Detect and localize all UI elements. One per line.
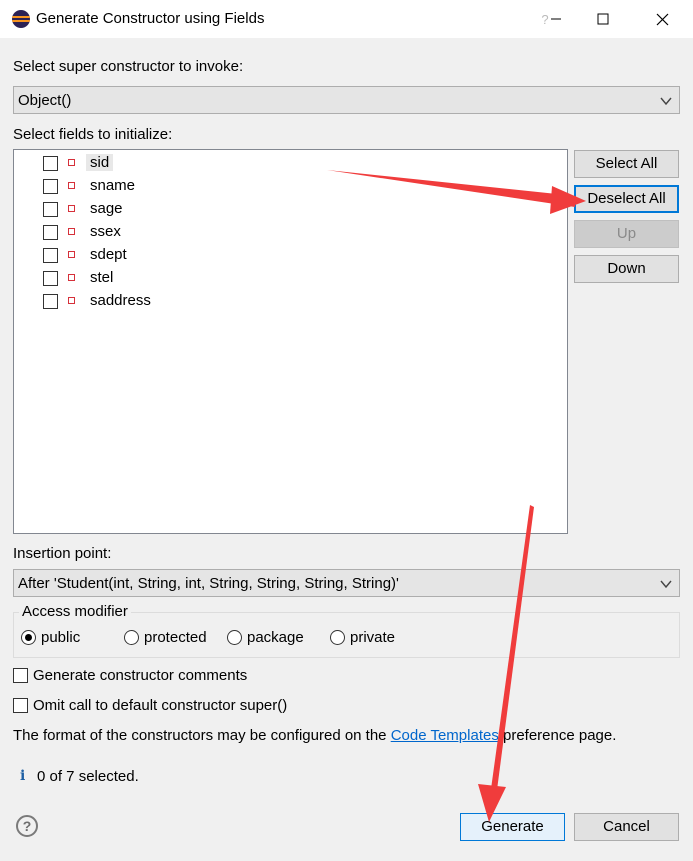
radio-label: package <box>247 629 304 646</box>
field-checkbox[interactable] <box>43 225 58 240</box>
radio-private[interactable]: private <box>330 629 410 649</box>
down-button[interactable]: Down <box>574 255 679 283</box>
up-button[interactable]: Up <box>574 220 679 248</box>
radio-dot <box>25 634 32 641</box>
code-templates-link[interactable]: Code Templates <box>391 727 499 744</box>
chevron-down-icon <box>660 97 672 106</box>
list-item[interactable]: saddress <box>14 289 567 312</box>
minimize-button[interactable] <box>533 0 579 38</box>
list-item[interactable]: stel <box>14 266 567 289</box>
radio-button[interactable] <box>330 630 345 645</box>
minimize-icon <box>551 18 561 20</box>
generate-button[interactable]: Generate <box>460 813 565 841</box>
omit-super-checkbox[interactable] <box>13 698 28 713</box>
status-text: 0 of 7 selected. <box>37 768 139 785</box>
close-icon <box>656 13 668 25</box>
question-icon: ? <box>22 818 32 834</box>
fields-label: Select fields to initialize: <box>13 126 173 143</box>
radio-button[interactable] <box>21 630 36 645</box>
field-checkbox[interactable] <box>43 179 58 194</box>
deselect-all-button[interactable]: Deselect All <box>574 185 679 213</box>
cancel-button[interactable]: Cancel <box>574 813 679 841</box>
maximize-button[interactable] <box>580 0 626 38</box>
radio-label: protected <box>144 629 207 646</box>
field-checkbox[interactable] <box>43 156 58 171</box>
list-item[interactable]: sage <box>14 197 567 220</box>
list-item[interactable]: sid <box>14 151 567 174</box>
field-name: sid <box>86 154 114 171</box>
eclipse-icon <box>12 10 30 28</box>
generate-comments-checkbox[interactable] <box>13 668 28 683</box>
omit-super-label: Omit call to default constructor super() <box>33 697 288 714</box>
radio-label: private <box>350 629 396 646</box>
help-button[interactable]: ? <box>16 815 38 837</box>
radio-protected[interactable]: protected <box>124 629 224 649</box>
generate-comments-option[interactable]: Generate constructor comments <box>13 667 313 687</box>
access-modifier-label: Access modifier <box>19 603 131 620</box>
radio-package[interactable]: package <box>227 629 317 649</box>
field-checkbox[interactable] <box>43 248 58 263</box>
field-icon <box>68 159 75 166</box>
list-item[interactable]: sname <box>14 174 567 197</box>
field-icon <box>68 228 75 235</box>
chevron-down-icon <box>660 580 672 589</box>
insertion-point-value: After 'Student(int, String, int, String,… <box>18 575 399 592</box>
field-checkbox[interactable] <box>43 202 58 217</box>
field-name: ssex <box>90 223 121 240</box>
info-text: The format of the constructors may be co… <box>13 727 617 744</box>
omit-super-option[interactable]: Omit call to default constructor super() <box>13 697 333 717</box>
field-icon <box>68 251 75 258</box>
field-name: sage <box>90 200 123 217</box>
field-name: saddress <box>90 292 151 309</box>
radio-button[interactable] <box>227 630 242 645</box>
info-icon: i <box>20 768 26 784</box>
title-bar: Generate Constructor using Fields ? <box>0 0 693 38</box>
super-constructor-combo[interactable]: Object() <box>13 86 680 114</box>
insertion-point-combo[interactable]: After 'Student(int, String, int, String,… <box>13 569 680 597</box>
field-name: sdept <box>90 246 127 263</box>
window-title: Generate Constructor using Fields <box>36 10 265 27</box>
field-name: stel <box>90 269 114 286</box>
field-checkbox[interactable] <box>43 271 58 286</box>
select-all-button[interactable]: Select All <box>574 150 679 178</box>
field-checkbox[interactable] <box>43 294 58 309</box>
generate-comments-label: Generate constructor comments <box>33 667 248 684</box>
maximize-icon <box>597 13 609 25</box>
fields-list[interactable]: sid sname sage ssex sdept stel saddress <box>13 149 568 534</box>
radio-public[interactable]: public <box>21 629 91 649</box>
field-icon <box>68 274 75 281</box>
list-item[interactable]: ssex <box>14 220 567 243</box>
super-constructor-label: Select super constructor to invoke: <box>13 58 244 75</box>
field-name: sname <box>90 177 136 194</box>
super-constructor-value: Object() <box>18 92 72 109</box>
field-icon <box>68 182 75 189</box>
insertion-point-label: Insertion point: <box>13 545 112 562</box>
radio-label: public <box>41 629 81 646</box>
list-item[interactable]: sdept <box>14 243 567 266</box>
radio-button[interactable] <box>124 630 139 645</box>
field-icon <box>68 297 75 304</box>
close-button[interactable] <box>639 0 685 38</box>
field-icon <box>68 205 75 212</box>
